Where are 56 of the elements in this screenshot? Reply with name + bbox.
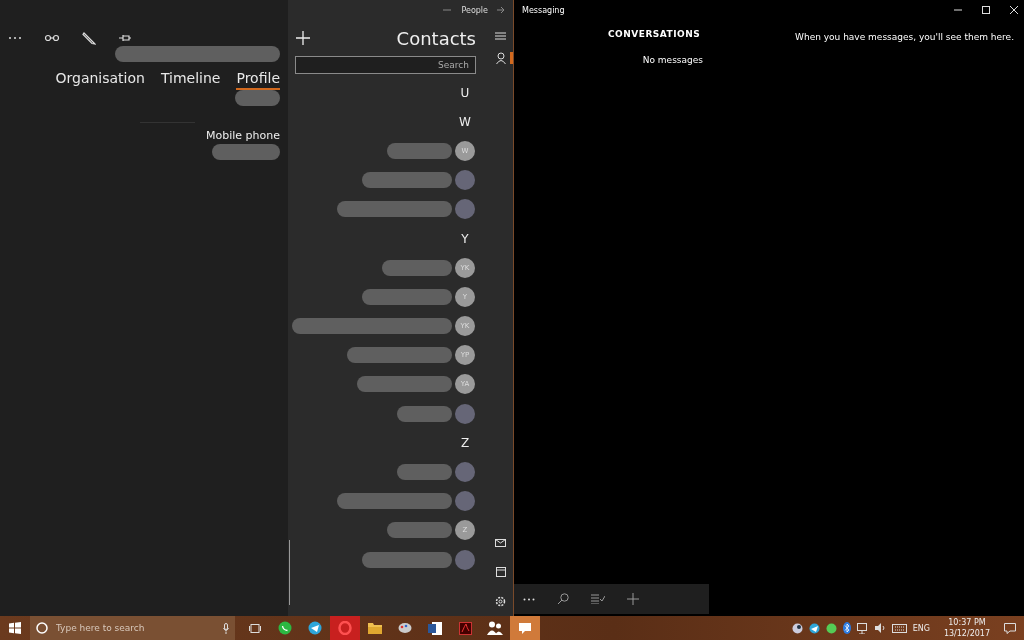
menu-icon[interactable] — [495, 32, 506, 40]
arrow-icon[interactable] — [496, 7, 505, 13]
bluetooth-icon[interactable] — [842, 622, 851, 634]
more-icon[interactable] — [8, 36, 22, 40]
field-label: Mobile phone — [206, 129, 280, 142]
empty-message: No messages — [642, 55, 703, 65]
list-select-icon[interactable] — [591, 594, 605, 604]
profile-tab[interactable]: Timeline — [160, 70, 221, 90]
window-title: Messaging — [522, 5, 566, 15]
redaction-mark — [235, 90, 280, 106]
paper-plane-icon[interactable] — [808, 622, 820, 634]
circle-icon — [36, 622, 48, 634]
section-heading: CONVERSATIONS — [607, 29, 702, 39]
calendar-icon[interactable] — [495, 567, 506, 577]
mail-icon[interactable] — [495, 539, 506, 547]
microphone-icon[interactable] — [223, 622, 229, 634]
empty-message: When you have messages, you'll see them here. — [794, 31, 1015, 44]
maximize-icon[interactable] — [982, 6, 990, 14]
pencil-icon[interactable] — [82, 31, 96, 45]
redaction-mark — [397, 464, 452, 481]
keyboard-icon[interactable] — [891, 623, 907, 633]
photo-placeholder[interactable] — [455, 549, 475, 570]
letter-header: U — [459, 85, 471, 100]
search-box[interactable]: Type here to search — [30, 616, 235, 640]
redaction-mark — [397, 405, 452, 422]
photo-placeholder[interactable] — [455, 491, 475, 512]
profile-tab[interactable]: Organisation — [55, 70, 145, 90]
photo-placeholder[interactable] — [455, 403, 475, 424]
close-icon[interactable] — [1010, 6, 1018, 14]
photo-placeholder[interactable] — [455, 462, 475, 483]
redaction-mark — [387, 142, 452, 159]
steam-icon[interactable] — [791, 622, 803, 634]
redaction-mark — [212, 144, 280, 160]
photo-placeholder[interactable] — [455, 170, 475, 191]
letter-header: Y — [460, 231, 470, 246]
search-field[interactable]: Type here to search — [54, 622, 217, 634]
settings-icon[interactable] — [495, 596, 506, 607]
language-indicator[interactable]: ENG — [912, 623, 930, 633]
page-title: Contacts — [396, 27, 476, 49]
more-icon[interactable] — [523, 597, 535, 601]
clock[interactable]: 10:37 PM 13/12/2017 — [943, 617, 990, 639]
photo-placeholder[interactable] — [455, 199, 475, 220]
redaction-mark — [387, 522, 452, 539]
link-icon[interactable] — [44, 34, 60, 42]
windows-icon[interactable] — [9, 622, 21, 634]
window-title: People — [461, 5, 488, 15]
person-icon[interactable] — [495, 52, 506, 64]
speaker-icon[interactable] — [874, 623, 886, 633]
network-icon[interactable] — [856, 622, 869, 634]
search-field[interactable]: Search — [295, 56, 476, 74]
add-icon[interactable] — [627, 593, 639, 605]
letter-header: W — [458, 114, 472, 129]
notification-icon[interactable] — [1004, 622, 1016, 634]
letter-header: Z — [459, 435, 471, 450]
redaction-mark — [382, 259, 452, 276]
search-icon[interactable] — [557, 593, 569, 605]
